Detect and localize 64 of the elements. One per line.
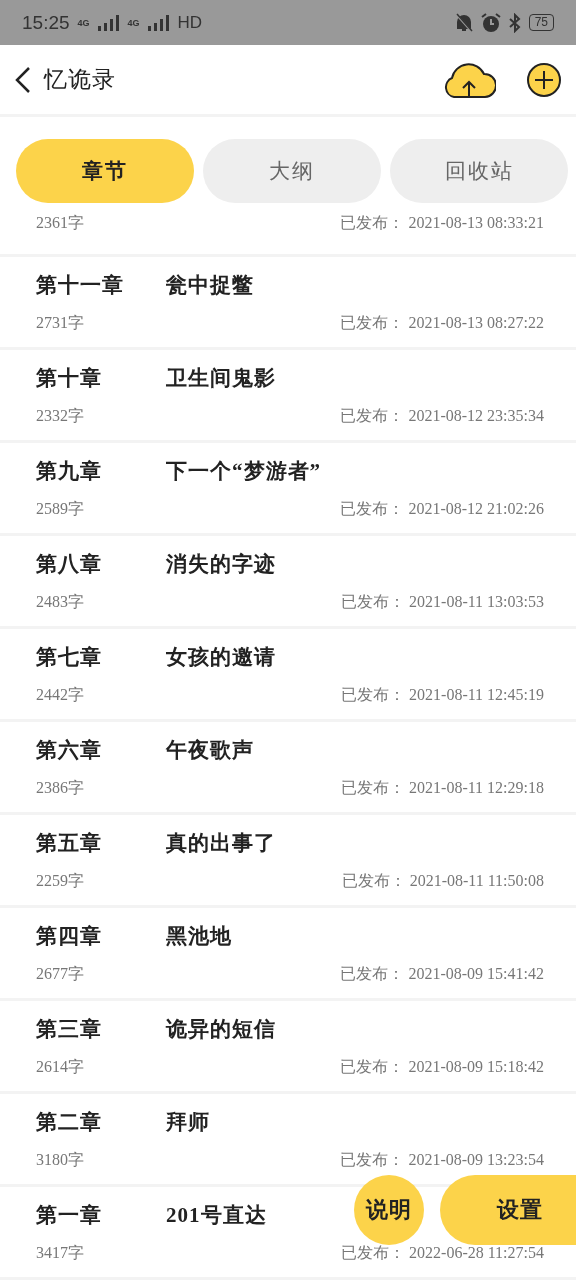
publish-time: 已发布： 2021-08-09 13:23:54 (340, 1149, 544, 1170)
signal-icon (97, 14, 120, 31)
chapter-number[interactable]: 第二章 (36, 1107, 166, 1136)
chapter-number[interactable]: 第四章 (36, 921, 166, 950)
word-count: 2332字 (36, 405, 84, 426)
signal-icon (147, 14, 170, 31)
chapter-number[interactable]: 第五章 (36, 828, 166, 857)
chapter-number[interactable]: 第六章 (36, 735, 166, 764)
word-count: 2614字 (36, 1056, 84, 1077)
word-count: 2589字 (36, 498, 84, 519)
chapter-title[interactable]: 拜师 (166, 1107, 210, 1136)
chapter-title[interactable]: 午夜歌声 (166, 735, 254, 764)
word-count: 2386字 (36, 777, 84, 798)
tab[interactable]: 章节 (16, 139, 194, 203)
chapter-number[interactable]: 第十章 (36, 363, 166, 392)
publish-time: 已发布： 2021-08-11 12:45:19 (341, 684, 544, 705)
tab[interactable]: 大纲 (203, 139, 381, 203)
settings-button[interactable]: 设置 (440, 1175, 576, 1245)
network-label: 4G (127, 17, 140, 28)
chapter-title[interactable]: 黑池地 (166, 921, 232, 950)
word-count: 2677字 (36, 963, 84, 984)
publish-time: 已发布： 2021-08-11 11:50:08 (341, 870, 544, 891)
word-count: 2259字 (36, 870, 84, 891)
word-count: 2483字 (36, 591, 84, 612)
publish-time: 已发布： 2021-08-11 13:03:53 (341, 591, 544, 612)
hd-label: HD (177, 12, 203, 33)
chapter-number[interactable]: 第三章 (36, 1014, 166, 1043)
publish-time: 已发布： 2021-08-13 08:27:22 (340, 312, 544, 333)
publish-time: 已发布： 2021-08-11 12:29:18 (341, 777, 544, 798)
publish-time: 已发布： 2021-08-13 08:33:21 (340, 213, 544, 233)
chapter-number[interactable]: 第九章 (36, 456, 166, 485)
network-label: 4G (77, 17, 90, 28)
word-count: 2361字 (36, 213, 84, 233)
tab[interactable]: 回收站 (390, 139, 568, 203)
publish-time: 已发布： 2022-06-28 11:27:54 (341, 1242, 544, 1263)
publish-time: 已发布： 2021-08-09 15:18:42 (340, 1056, 544, 1077)
chapter-number[interactable]: 第七章 (36, 642, 166, 671)
word-count: 3180字 (36, 1149, 84, 1170)
clock-time: 15:25 (22, 11, 70, 34)
word-count: 2442字 (36, 684, 84, 705)
chapter-title[interactable]: 女孩的邀请 (166, 642, 276, 671)
word-count: 3417字 (36, 1242, 84, 1263)
publish-time: 已发布： 2021-08-09 15:41:42 (340, 963, 544, 984)
bluetooth-icon (508, 12, 521, 33)
publish-time: 已发布： 2021-08-12 21:02:26 (340, 498, 544, 519)
chapter-title[interactable]: 下一个“梦游者” (166, 456, 321, 485)
chapter-title[interactable]: 卫生间鬼影 (166, 363, 276, 392)
battery-level: 75 (528, 14, 554, 31)
chapter-title[interactable]: 201号直达 (166, 1200, 267, 1229)
back-icon[interactable] (14, 65, 32, 94)
word-count: 2731字 (36, 312, 84, 333)
help-button[interactable]: 说明 (354, 1175, 424, 1245)
chapter-number[interactable]: 第八章 (36, 549, 166, 578)
chapter-title[interactable]: 诡异的短信 (166, 1014, 276, 1043)
chapter-number[interactable]: 第一章 (36, 1200, 166, 1229)
book-title: 忆诡录 (44, 66, 117, 94)
chapter-number[interactable]: 第十一章 (36, 270, 166, 299)
alarm-clock-icon (480, 12, 501, 33)
chapter-title[interactable]: 瓮中捉鳖 (166, 270, 254, 299)
muted-bell-icon (454, 12, 473, 33)
chapter-title[interactable]: 消失的字迹 (166, 549, 276, 578)
chapter-title[interactable]: 真的出事了 (166, 828, 276, 857)
add-icon[interactable] (526, 61, 562, 98)
publish-time: 已发布： 2021-08-12 23:35:34 (340, 405, 544, 426)
